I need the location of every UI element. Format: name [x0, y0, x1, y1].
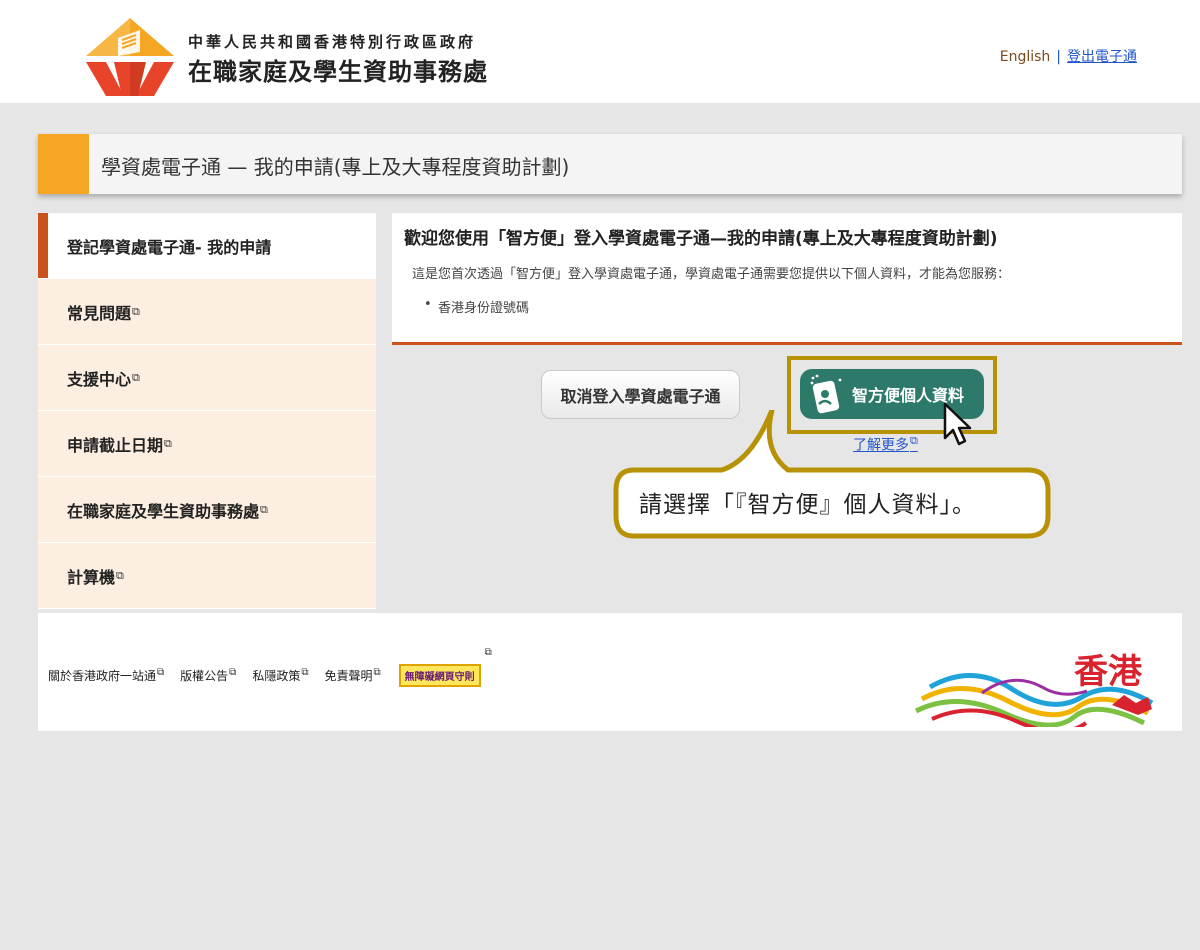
page-title: 學資處電子通 — 我的申請(專上及大專程度資助計劃) [101, 155, 570, 179]
page-title-bar: 學資處電子通 — 我的申請(專上及大專程度資助計劃) [38, 134, 1182, 194]
brand-text: 香港 [1074, 652, 1143, 692]
footer-link-disclaimer[interactable]: 免責聲明⧉ [324, 667, 380, 684]
external-link-icon: ⧉ [164, 436, 172, 450]
welcome-description: 這是您首次透過「智方便」登入學資處電子通，學資處電子通需要您提供以下個人資料，才… [412, 267, 1011, 282]
brand-hong-kong-logo: 香港 [914, 652, 1154, 727]
external-link-icon: ⧉ [132, 304, 140, 318]
external-link-icon: ⧉ [157, 667, 165, 678]
sidebar-item-label: 常見問題 [67, 303, 132, 323]
government-name: 中華人民共和國香港特別行政區政府 [188, 33, 477, 51]
welcome-title: 歡迎您使用「智方便」登入學資處電子通—我的申請(專上及大專程度資助計劃) [404, 229, 998, 249]
footer-link-label: 版權公告 [180, 669, 229, 683]
welcome-panel: 歡迎您使用「智方便」登入學資處電子通—我的申請(專上及大專程度資助計劃) 這是您… [392, 213, 1182, 345]
footer-link-govhk[interactable]: 關於香港政府一站通⧉ [48, 667, 164, 684]
sidebar-item-label: 在職家庭及學生資助事務處 [67, 501, 260, 521]
external-link-icon: ⧉ [132, 370, 140, 384]
top-links: English | 登出電子通 [1000, 46, 1137, 66]
callout-text: 請選擇「『智方便』個人資料」。 [639, 492, 976, 518]
external-link-icon: ⧉ [373, 667, 381, 678]
instruction-callout [613, 410, 1051, 539]
footer-link-label: 私隱政策 [252, 669, 301, 683]
footer-link-privacy[interactable]: 私隱政策⧉ [252, 667, 308, 684]
footer-link-label: 關於香港政府一站通 [48, 669, 157, 683]
iam-smart-icon [810, 374, 842, 414]
sidebar-item-faq[interactable]: 常見問題 ⧉ [38, 279, 376, 345]
external-link-icon: ⧉ [229, 667, 237, 678]
department-name: 在職家庭及學生資助事務處 [188, 58, 488, 86]
sidebar-item-label: 登記學資處電子通- 我的申請 [67, 237, 272, 257]
site-footer: 關於香港政府一站通⧉ 版權公告⧉ 私隱政策⧉ 免責聲明⧉ 無障礙網頁守則 ⧉ 香… [38, 613, 1182, 731]
external-link-icon: ⧉ [484, 647, 492, 658]
sidebar-item-calculator[interactable]: 計算機 ⧉ [38, 543, 376, 609]
logout-link[interactable]: 登出電子通 [1067, 49, 1137, 65]
sidebar-item-label: 申請截止日期 [67, 435, 164, 455]
external-link-icon: ⧉ [301, 667, 309, 678]
sidebar: 登記學資處電子通- 我的申請 常見問題 ⧉ 支援中心 ⧉ 申請截止日期 ⧉ 在職家庭及… [38, 213, 376, 609]
external-link-icon: ⧉ [260, 502, 268, 516]
sidebar-item-label: 支援中心 [67, 369, 132, 389]
required-info-item: 香港身份證號碼 [424, 297, 529, 316]
footer-link-label: 免責聲明 [324, 669, 373, 683]
sidebar-item-register[interactable]: 登記學資處電子通- 我的申請 [38, 213, 376, 279]
accessibility-badge[interactable]: 無障礙網頁守則 [398, 664, 481, 687]
link-separator: | [1056, 49, 1061, 65]
english-link[interactable]: English [1000, 49, 1051, 65]
footer-links: 關於香港政府一站通⧉ 版權公告⧉ 私隱政策⧉ 免責聲明⧉ 無障礙網頁守則 ⧉ [48, 647, 492, 687]
sidebar-item-support[interactable]: 支援中心 ⧉ [38, 345, 376, 411]
sidebar-item-label: 計算機 [67, 567, 116, 587]
footer-link-copyright[interactable]: 版權公告⧉ [180, 667, 236, 684]
external-link-icon: ⧉ [116, 568, 124, 582]
wfsfaa-logo [86, 18, 174, 96]
title-accent-block [38, 134, 89, 194]
sidebar-item-deadline[interactable]: 申請截止日期 ⧉ [38, 411, 376, 477]
sidebar-item-wfsfaa[interactable]: 在職家庭及學生資助事務處 ⧉ [38, 477, 376, 543]
site-header: 中華人民共和國香港特別行政區政府 在職家庭及學生資助事務處 English | 登出… [0, 0, 1200, 103]
